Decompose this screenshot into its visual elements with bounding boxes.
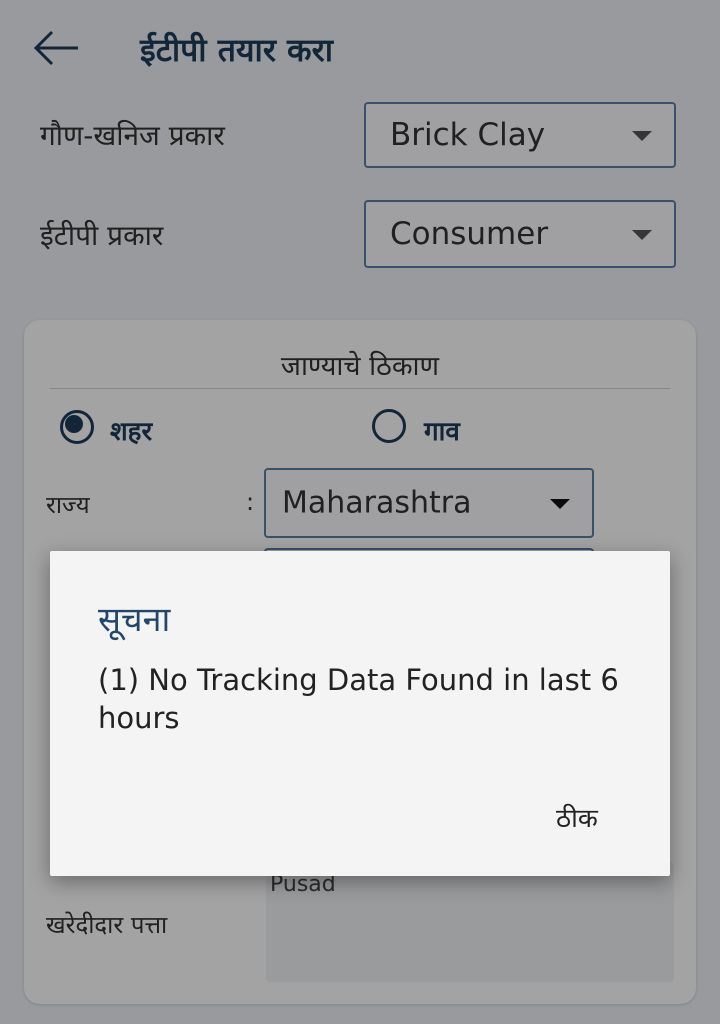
dialog-message: (1) No Tracking Data Found in last 6 hou… [98, 663, 619, 735]
alert-dialog: सूचना (1) No Tracking Data Found in last… [50, 551, 670, 876]
ok-button[interactable]: ठीक [546, 795, 608, 839]
dialog-title: सूचना [98, 600, 171, 640]
